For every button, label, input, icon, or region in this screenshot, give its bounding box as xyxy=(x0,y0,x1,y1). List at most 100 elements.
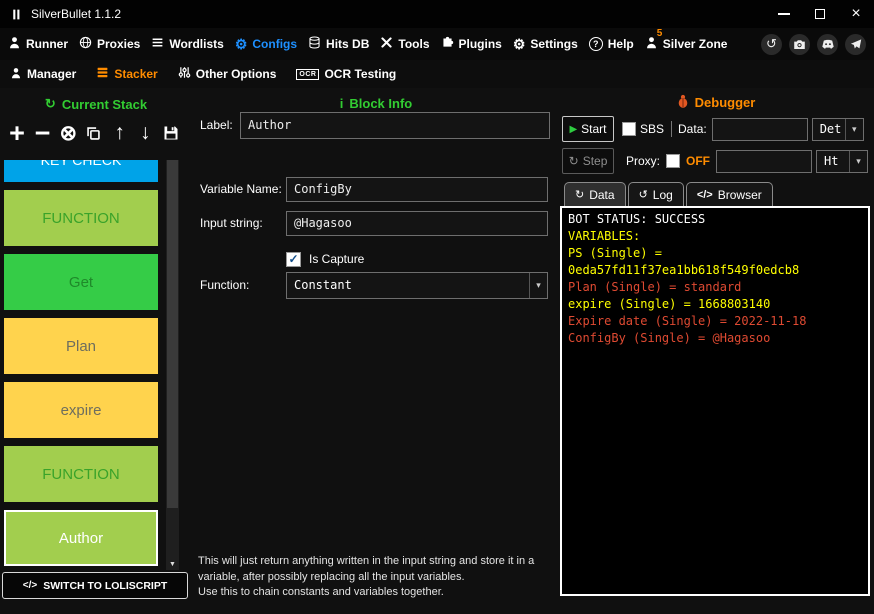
sliders-icon xyxy=(178,66,191,82)
menu-hits-db[interactable]: Hits DB xyxy=(308,36,369,52)
stack-panel: ↻ Current Stack + − ⊗ ↑ ↓ KEY CHECK FUNC… xyxy=(0,88,192,614)
function-dropdown[interactable]: Constant ▾ xyxy=(286,271,548,299)
stack-toolbar: + − ⊗ ↑ ↓ xyxy=(2,116,186,150)
gear-icon: ⚙ xyxy=(234,36,248,52)
code-icon: </> xyxy=(22,580,38,591)
debugger-panel: Debugger ▶ Start SBS Data: Det ▾ ↻ Step … xyxy=(558,88,874,614)
scroll-down-icon[interactable]: ▼ xyxy=(166,561,179,568)
console-line: PS (Single) = xyxy=(568,246,662,260)
remove-block-button[interactable]: − xyxy=(31,118,55,148)
menu-configs[interactable]: ⚙ Configs xyxy=(235,37,297,51)
step-icon: ↻ xyxy=(568,154,579,168)
variable-name-caption: Variable Name: xyxy=(200,182,282,196)
maximize-button[interactable] xyxy=(802,0,838,28)
stack-block[interactable]: Plan xyxy=(4,318,158,374)
proxy-type-dropdown[interactable]: Ht ▾ xyxy=(816,149,869,173)
database-icon xyxy=(308,36,321,52)
stack-block[interactable]: expire xyxy=(4,382,158,438)
refresh-icon: ↻ xyxy=(44,96,56,111)
tab-browser[interactable]: </> Browser xyxy=(685,182,773,206)
console-line: Expire date (Single) = 2022-11-18 xyxy=(568,314,807,328)
block-info-title: Block Info xyxy=(349,96,413,111)
stack-block[interactable]: KEY CHECK xyxy=(4,160,158,182)
menu-runner[interactable]: Runner xyxy=(8,36,68,52)
tab-data[interactable]: ↻ Data xyxy=(564,182,626,206)
move-block-up-button[interactable]: ↑ xyxy=(108,118,132,148)
log-tab-icon: ↺ xyxy=(638,189,648,201)
debugger-tabs: ↻ Data ↺ Log </> Browser xyxy=(564,182,773,206)
step-button[interactable]: ↻ Step xyxy=(562,148,614,174)
bug-icon xyxy=(677,94,689,111)
telegram-icon[interactable] xyxy=(845,33,866,55)
tools-icon xyxy=(380,36,393,52)
person-icon xyxy=(10,67,22,82)
block-description: This will just return anything written i… xyxy=(198,555,535,599)
stack-block[interactable]: FUNCTION xyxy=(4,190,158,246)
menu-help[interactable]: ? Help xyxy=(588,37,634,51)
stack-block-selected[interactable]: Author xyxy=(4,510,158,566)
ocr-icon: OCR xyxy=(296,68,320,80)
move-block-down-button[interactable]: ↓ xyxy=(133,118,157,148)
history-icon[interactable]: ↺ xyxy=(761,33,782,55)
debugger-console: BOT STATUS: SUCCESS VARIABLES: PS (Singl… xyxy=(560,206,870,596)
stack-scrollbar[interactable]: ▼ xyxy=(166,160,179,570)
submenu-manager[interactable]: Manager xyxy=(10,67,76,82)
menu-settings[interactable]: ⚙ Settings xyxy=(513,37,578,51)
console-line: VARIABLES: xyxy=(568,229,641,243)
add-block-button[interactable]: + xyxy=(5,118,29,148)
menu-tools[interactable]: Tools xyxy=(380,36,430,52)
sbs-label: SBS xyxy=(640,122,665,136)
play-icon: ▶ xyxy=(569,123,578,135)
data-type-dropdown[interactable]: Det ▾ xyxy=(811,117,864,141)
stack-block[interactable]: FUNCTION xyxy=(4,446,158,502)
duplicate-block-button[interactable] xyxy=(82,118,106,148)
label-caption: Label: xyxy=(200,118,233,132)
window-title: SilverBullet 1.1.2 xyxy=(31,7,122,21)
titlebar: SilverBullet 1.1.2 × xyxy=(0,0,874,28)
separator xyxy=(671,121,673,137)
save-config-button[interactable] xyxy=(159,118,183,148)
menu-silver-zone[interactable]: 5 Silver Zone xyxy=(645,28,727,52)
app-icon xyxy=(10,8,23,21)
console-line: BOT STATUS: SUCCESS xyxy=(568,212,706,226)
scrollbar-thumb[interactable] xyxy=(167,160,178,508)
submenu-other-options[interactable]: Other Options xyxy=(178,66,276,82)
minimize-button[interactable] xyxy=(766,0,802,28)
stack-block[interactable]: Get xyxy=(4,254,158,310)
help-icon: ? xyxy=(588,37,603,51)
camera-icon[interactable] xyxy=(789,33,810,55)
is-capture-checkbox[interactable]: ✓ xyxy=(286,251,301,267)
chevron-down-icon: ▾ xyxy=(529,272,547,298)
proxy-input[interactable] xyxy=(716,149,813,173)
proxy-label: Proxy: xyxy=(626,154,661,168)
discord-icon[interactable] xyxy=(817,33,838,55)
input-string-input[interactable]: @Hagasoo xyxy=(286,210,548,236)
debugger-title: Debugger xyxy=(694,95,756,110)
switch-to-loliscript-button[interactable]: </> SWITCH TO LOLISCRIPT xyxy=(2,572,188,599)
input-string-caption: Input string: xyxy=(200,216,263,230)
minimize-icon xyxy=(778,13,790,15)
tab-log[interactable]: ↺ Log xyxy=(627,182,684,206)
plugin-icon xyxy=(441,36,454,52)
clear-stack-button[interactable]: ⊗ xyxy=(56,118,80,148)
runner-icon xyxy=(8,36,21,52)
console-line: 0eda57fd11f37ea1bb618f549f0edcb8 xyxy=(568,263,800,277)
data-input[interactable] xyxy=(711,117,808,141)
proxy-checkbox[interactable] xyxy=(666,154,681,168)
list-icon xyxy=(151,36,164,52)
code-icon: </> xyxy=(696,188,713,201)
main-content: ↻ Current Stack + − ⊗ ↑ ↓ KEY CHECK FUNC… xyxy=(0,88,874,614)
start-button[interactable]: ▶ Start xyxy=(562,116,614,142)
variable-name-input[interactable]: ConfigBy xyxy=(286,176,548,202)
close-button[interactable]: × xyxy=(838,0,874,28)
stack-block-list: KEY CHECK FUNCTION Get Plan expire FUNCT… xyxy=(0,160,164,570)
menu-proxies[interactable]: Proxies xyxy=(79,36,140,52)
configs-submenu: Manager Stacker Other Options OCR OCR Te… xyxy=(0,60,874,88)
label-input[interactable]: Author xyxy=(240,111,550,139)
submenu-stacker[interactable]: Stacker xyxy=(96,66,158,82)
sbs-checkbox[interactable] xyxy=(622,122,636,136)
gear-icon: ⚙ xyxy=(512,36,526,52)
menu-plugins[interactable]: Plugins xyxy=(441,36,502,52)
menu-wordlists[interactable]: Wordlists xyxy=(151,36,224,52)
submenu-ocr-testing[interactable]: OCR OCR Testing xyxy=(296,67,396,81)
